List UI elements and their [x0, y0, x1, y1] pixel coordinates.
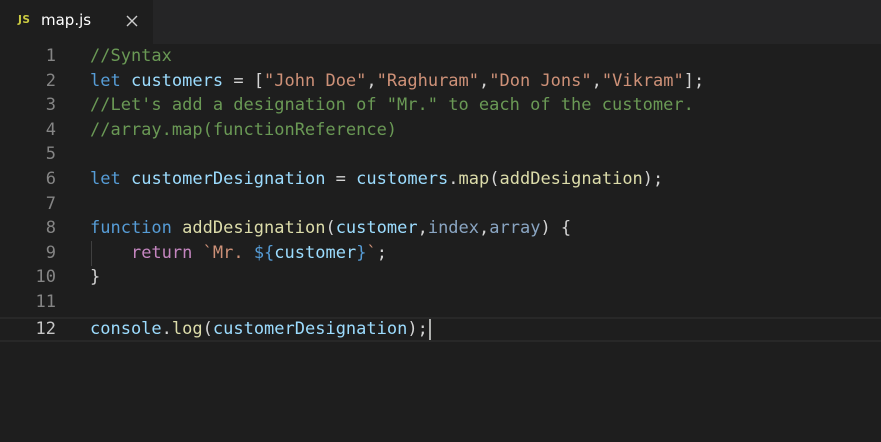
variable: customerDesignation	[212, 318, 408, 339]
method-name: map	[458, 169, 490, 189]
string-literal: "Raghuram"	[376, 70, 480, 91]
tab-bar: JS map.js	[0, 0, 881, 44]
punctuation: ;	[376, 242, 387, 263]
code-text: console.log(customerDesignation);	[90, 318, 431, 340]
template-string: `Mr.	[202, 242, 254, 263]
template-interpolation: ${	[253, 242, 275, 263]
string-literal: "John Doe"	[264, 70, 367, 91]
parameter: customer	[335, 218, 418, 239]
keyword: let	[90, 169, 121, 189]
punctuation: ,	[479, 218, 490, 239]
template-interpolation: }	[356, 242, 367, 263]
parameter: array	[489, 218, 541, 239]
text-cursor	[428, 318, 431, 340]
punctuation: ,	[479, 70, 490, 91]
variable: customerDesignation	[130, 169, 326, 189]
line-number: 1	[45, 46, 56, 66]
line-number: 5	[45, 144, 56, 165]
code-line: 10 }	[0, 265, 881, 290]
string-literal: "Vikram"	[601, 70, 684, 91]
indent-guide	[91, 241, 92, 266]
punctuation: .	[448, 169, 459, 189]
code-line: 1 //Syntax	[0, 44, 881, 69]
code-line: 11	[0, 290, 881, 315]
method-name: log	[171, 318, 203, 339]
line-number: 4	[45, 119, 56, 140]
punctuation: =	[325, 169, 357, 189]
javascript-file-icon: JS	[18, 14, 31, 26]
code-line: 3 //Let's add a designation of "Mr." to …	[0, 93, 881, 118]
template-string: `	[366, 242, 377, 263]
current-code-line: 12 console.log(customerDesignation);	[0, 316, 881, 342]
punctuation: ,	[591, 70, 602, 91]
comment: //Let's add a designation of "Mr." to ea…	[90, 95, 694, 116]
keyword: function	[90, 218, 172, 239]
punctuation: = [	[223, 70, 265, 91]
punctuation: ,	[417, 218, 428, 239]
line-number: 6	[45, 169, 56, 189]
code-line: 6 let customerDesignation = customers.ma…	[0, 167, 881, 192]
code-text: }	[90, 265, 100, 290]
code-line: 2 let customers = ["John Doe","Raghuram"…	[0, 69, 881, 94]
keyword: let	[90, 70, 121, 91]
code-text: let customers = ["John Doe","Raghuram","…	[90, 69, 704, 94]
tab-map-js[interactable]: JS map.js	[0, 0, 153, 44]
punctuation: );	[407, 318, 428, 339]
line-number: 10	[35, 267, 56, 288]
line-number: 9	[45, 242, 56, 263]
function-name: addDesignation	[182, 218, 326, 239]
tab-title: map.js	[41, 11, 92, 29]
variable: customer	[274, 242, 357, 263]
line-number: 11	[35, 292, 56, 312]
code-line: 5	[0, 142, 881, 167]
code-text: //Syntax	[90, 44, 172, 69]
line-number: 2	[45, 70, 56, 91]
punctuation: (	[202, 318, 213, 339]
comment: //array.map(functionReference)	[90, 119, 398, 140]
comment: //Syntax	[90, 46, 172, 66]
code-line: 9 return `Mr. ${customer}`;	[0, 241, 881, 266]
line-number: 7	[45, 193, 56, 214]
line-number: 8	[45, 218, 56, 239]
punctuation: (	[325, 218, 336, 239]
code-editor[interactable]: 1 //Syntax 2 let customers = ["John Doe"…	[0, 44, 881, 442]
code-text: let customerDesignation = customers.map(…	[90, 167, 663, 192]
code-line: 7	[0, 192, 881, 217]
code-line: 4 //array.map(functionReference)	[0, 118, 881, 143]
variable: customers	[356, 169, 449, 189]
variable: console	[90, 318, 162, 339]
parameter: index	[427, 218, 480, 239]
code-text: function addDesignation(customer,index,a…	[90, 216, 571, 241]
line-number: 3	[45, 95, 56, 116]
function-reference: addDesignation	[499, 169, 643, 189]
punctuation: (	[489, 169, 500, 189]
punctuation: .	[161, 318, 172, 339]
keyword: return	[130, 242, 193, 263]
code-text: //Let's add a designation of "Mr." to ea…	[90, 93, 694, 118]
punctuation: ,	[366, 70, 377, 91]
variable: customers	[130, 70, 224, 91]
string-literal: "Don Jons"	[489, 70, 592, 91]
punctuation: );	[642, 169, 664, 189]
punctuation: }	[90, 267, 101, 288]
punctuation: ];	[683, 70, 705, 91]
code-text: //array.map(functionReference)	[90, 118, 397, 143]
punctuation: ) {	[540, 218, 572, 239]
close-icon[interactable]	[122, 11, 142, 31]
code-line: 8 function addDesignation(customer,index…	[0, 216, 881, 241]
code-text: return `Mr. ${customer}`;	[90, 241, 387, 266]
line-number: 12	[35, 318, 56, 339]
